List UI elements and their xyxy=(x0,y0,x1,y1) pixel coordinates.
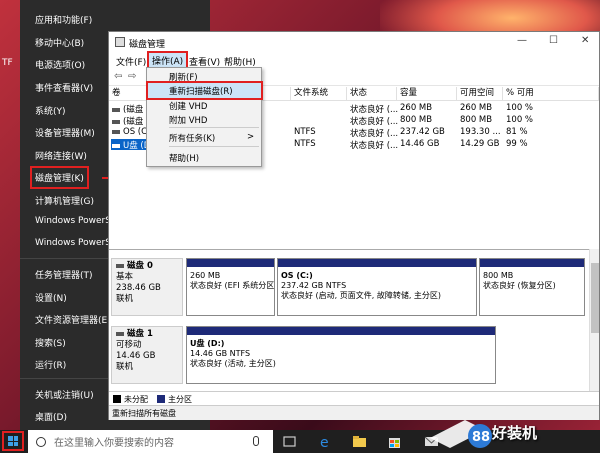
row-percent: 100 % xyxy=(506,115,534,125)
volume-icon xyxy=(112,129,120,134)
action-all-tasks[interactable]: 所有任务(K) xyxy=(169,132,215,144)
menu-search[interactable]: 搜索(S) xyxy=(35,336,66,349)
menu-mobility-center[interactable]: 移动中心(B) xyxy=(35,36,84,49)
task-view-icon[interactable] xyxy=(282,434,297,449)
scrollbar-thumb[interactable] xyxy=(591,263,599,333)
file-explorer-icon[interactable] xyxy=(352,434,367,449)
dropdown-separator xyxy=(169,146,259,147)
partition-os-c[interactable]: OS (C:) 237.42 GB NTFS 状态良好 (启动, 页面文件, 故障转… xyxy=(277,258,477,316)
row-capacity: 800 MB xyxy=(400,115,433,125)
dropdown-separator xyxy=(169,127,259,128)
menu-event-viewer[interactable]: 事件查看器(V) xyxy=(35,81,93,94)
row-status: 状态良好 (... xyxy=(350,129,399,139)
partition-usb-d[interactable]: U盘 (D:) 14.46 GB NTFS 状态良好 (活动, 主分区) xyxy=(186,326,496,384)
window-title: 磁盘管理 xyxy=(129,40,166,50)
volume-icon xyxy=(112,143,120,148)
vertical-scrollbar[interactable] xyxy=(589,249,599,391)
volume-icon xyxy=(112,119,120,124)
minimize-button[interactable]: — xyxy=(517,35,527,46)
forward-arrow-icon[interactable]: ⇨ xyxy=(128,71,136,82)
menu-bar: 文件(F) 操作(A) 查看(V) 帮助(H) xyxy=(109,51,599,70)
chevron-right-icon: > xyxy=(247,132,255,142)
disk-management-icon xyxy=(115,37,125,47)
disk-icon xyxy=(116,263,124,268)
row-status: 状态良好 (... xyxy=(350,141,399,151)
col-free[interactable]: 可用空间 xyxy=(457,87,503,101)
row-free: 800 MB xyxy=(460,115,493,125)
menu-powershell[interactable]: Windows PowerSh xyxy=(35,216,117,226)
search-placeholder: 在这里输入你要搜索的内容 xyxy=(54,438,174,449)
menu-desktop[interactable]: 桌面(D) xyxy=(35,410,67,423)
row-capacity: 260 MB xyxy=(400,103,433,113)
row-free: 193.30 ... xyxy=(460,127,501,137)
row-free: 14.29 GB xyxy=(460,139,500,149)
disk-1-label[interactable]: 磁盘 1 可移动 14.46 GB 联机 xyxy=(111,326,183,384)
row-volume[interactable]: OS (C xyxy=(112,127,147,137)
close-button[interactable]: ✕ xyxy=(581,35,589,46)
maximize-button[interactable]: ☐ xyxy=(549,35,558,46)
legend-primary-swatch xyxy=(157,395,165,403)
legend-unallocated-swatch xyxy=(113,395,121,403)
store-icon[interactable] xyxy=(387,434,402,449)
col-filesystem[interactable]: 文件系统 xyxy=(291,87,347,101)
menu-disk-management[interactable]: 磁盘管理(K) xyxy=(30,166,89,189)
col-status[interactable]: 状态 xyxy=(347,87,397,101)
col-percent-free[interactable]: % 可用 xyxy=(503,87,599,101)
menu-file[interactable]: 文件(F) xyxy=(116,55,146,68)
menu-apps-features[interactable]: 应用和功能(F) xyxy=(35,13,92,26)
microphone-icon[interactable] xyxy=(253,436,259,446)
row-capacity: 237.42 GB xyxy=(400,127,445,137)
menu-run[interactable]: 运行(R) xyxy=(35,358,66,371)
start-button[interactable] xyxy=(2,431,24,451)
col-capacity[interactable]: 容量 xyxy=(397,87,457,101)
row-percent: 81 % xyxy=(506,127,528,137)
menu-system[interactable]: 系统(Y) xyxy=(35,104,66,117)
svg-text:e: e xyxy=(320,435,329,449)
action-attach-vhd[interactable]: 附加 VHD xyxy=(169,114,207,126)
title-bar[interactable]: 磁盘管理 — ☐ ✕ xyxy=(109,32,599,52)
legend-unallocated-label: 未分配 xyxy=(124,395,148,404)
legend: 未分配 主分区 xyxy=(109,391,599,405)
partition-recovery[interactable]: 800 MB 状态良好 (恢复分区) xyxy=(479,258,585,316)
row-filesystem: NTFS xyxy=(294,127,316,137)
volume-icon xyxy=(112,107,120,112)
svg-text:88: 88 xyxy=(472,430,490,445)
menu-shutdown[interactable]: 关机或注销(U) xyxy=(35,388,94,401)
taskbar-search[interactable]: 在这里输入你要搜索的内容 xyxy=(28,430,273,453)
row-percent: 99 % xyxy=(506,139,528,149)
disk-icon xyxy=(116,331,124,336)
row-status: 状态良好 (... xyxy=(350,105,399,115)
menu-action[interactable]: 操作(A) xyxy=(146,51,189,70)
status-text: 重新扫描所有磁盘 xyxy=(112,409,176,418)
menu-powershell-admin[interactable]: Windows PowerSh xyxy=(35,238,117,248)
edge-browser-icon[interactable]: e xyxy=(318,434,333,449)
back-arrow-icon[interactable]: ⇦ xyxy=(114,71,122,82)
watermark-text: 好装机 xyxy=(492,424,538,442)
action-help[interactable]: 帮助(H) xyxy=(169,152,199,164)
row-free: 260 MB xyxy=(460,103,493,113)
row-percent: 100 % xyxy=(506,103,534,113)
action-refresh[interactable]: 刷新(F) xyxy=(169,71,198,83)
disk-graphical-view: 磁盘 0 基本 238.46 GB 联机 260 MB 状态良好 (EFI 系统分… xyxy=(109,249,589,391)
action-create-vhd[interactable]: 创建 VHD xyxy=(169,100,207,112)
windows-logo-icon xyxy=(8,436,18,446)
row-volume[interactable]: U盘 (D xyxy=(112,139,150,151)
action-dropdown-menu: 刷新(F) 重新扫描磁盘(R) 创建 VHD 附加 VHD 所有任务(K) > … xyxy=(146,67,263,167)
cortana-icon xyxy=(36,436,46,447)
menu-task-manager[interactable]: 任务管理器(T) xyxy=(35,268,93,281)
menu-network-connections[interactable]: 网络连接(W) xyxy=(35,149,87,162)
row-filesystem: NTFS xyxy=(294,139,316,149)
row-status: 状态良好 (... xyxy=(350,117,399,127)
disk-0-label[interactable]: 磁盘 0 基本 238.46 GB 联机 xyxy=(111,258,183,316)
menu-device-manager[interactable]: 设备管理器(M) xyxy=(35,126,95,139)
menu-computer-management[interactable]: 计算机管理(G) xyxy=(35,194,94,207)
menu-settings[interactable]: 设置(N) xyxy=(35,291,67,304)
menu-power-options[interactable]: 电源选项(O) xyxy=(35,58,85,71)
partition-efi[interactable]: 260 MB 状态良好 (EFI 系统分区 xyxy=(186,258,275,316)
row-capacity: 14.46 GB xyxy=(400,139,440,149)
desktop-icon-label: TF xyxy=(2,58,13,68)
menu-file-explorer[interactable]: 文件资源管理器(E) xyxy=(35,313,111,326)
action-rescan-disks[interactable]: 重新扫描磁盘(R) xyxy=(169,85,233,97)
legend-primary-label: 主分区 xyxy=(168,395,192,404)
